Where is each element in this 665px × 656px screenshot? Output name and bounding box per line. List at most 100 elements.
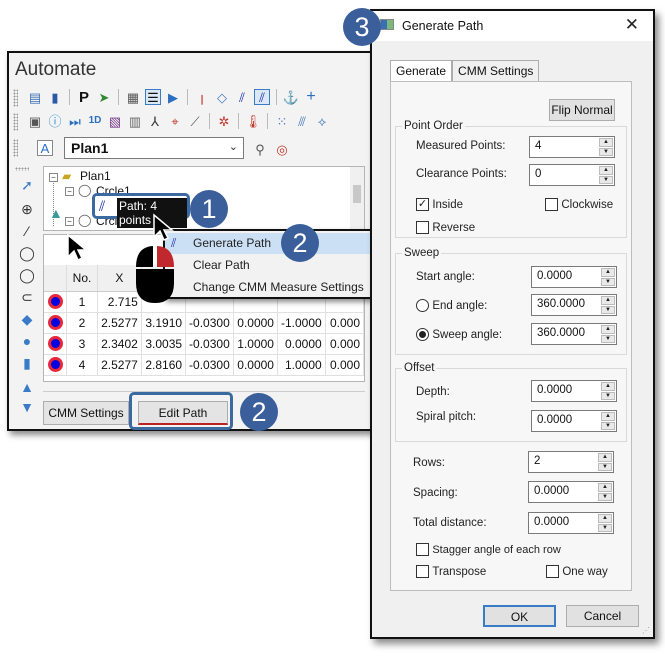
sweep-angle-input[interactable]: 360.0000 ▲ ▼ [531, 323, 617, 345]
spin-up-icon[interactable]: ▲ [599, 166, 613, 175]
slot-tool-icon[interactable]: ⊂ [18, 289, 36, 306]
one-way-checkbox[interactable]: One way [546, 564, 608, 579]
circle-tool-icon[interactable]: ◯ [18, 245, 36, 262]
cluster-icon[interactable]: ✲ [216, 113, 232, 129]
spin-down-icon[interactable]: ▼ [601, 334, 615, 343]
spin-down-icon[interactable]: ▼ [601, 277, 615, 286]
spin-down-icon[interactable]: ▼ [598, 492, 612, 501]
spin-up-icon[interactable]: ▲ [601, 296, 615, 305]
axis-alt-icon[interactable]: ⌖ [167, 113, 183, 129]
column-header[interactable]: No. [66, 265, 98, 292]
table-row[interactable]: 3 2.3402 3.0035 -0.0300 1.0000 0.0000 0.… [44, 333, 364, 355]
branch-icon[interactable]: ⟡ [314, 113, 330, 129]
toolbar-grip[interactable] [13, 113, 18, 131]
resize-grip-icon[interactable]: ⋰ [642, 626, 650, 635]
spin-down-icon[interactable]: ▼ [599, 147, 613, 156]
1d-icon[interactable]: 1D [87, 113, 103, 129]
transpose-checkbox[interactable]: Transpose [416, 564, 486, 579]
find-feature-icon[interactable]: ◎ [274, 141, 290, 157]
plan-select[interactable]: Plan1 ⌄ [64, 137, 244, 159]
end-angle-radio[interactable]: End angle: [416, 298, 487, 313]
info-icon[interactable]: ⓘ [47, 113, 63, 129]
thermometer-icon[interactable]: 🌡 [245, 113, 262, 129]
spin-up-icon[interactable]: ▲ [598, 514, 612, 523]
add-plan-icon[interactable]: A [37, 140, 53, 156]
sweep-angle-radio[interactable]: Sweep angle: [416, 327, 502, 342]
spin-down-icon[interactable]: ▼ [598, 523, 612, 532]
point-tool-icon[interactable]: ➚ [18, 177, 36, 194]
toolbar-grip[interactable] [13, 89, 18, 107]
flip-normal-button[interactable]: Flip Normal [549, 99, 615, 121]
ellipse-tool-icon[interactable]: ◯ [18, 267, 36, 284]
spin-down-icon[interactable]: ▼ [601, 391, 615, 400]
stagger-angle-checkbox[interactable]: Stagger angle of each row [416, 542, 561, 557]
menu-item-change-cmm-settings[interactable]: Change CMM Measure Settings [165, 277, 393, 298]
rows-input[interactable]: 2 ▲ ▼ [528, 451, 614, 473]
robot-icon[interactable]: ꞁ [194, 89, 210, 105]
spin-up-icon[interactable]: ▲ [601, 412, 615, 421]
cone-tool-icon[interactable]: ▲ [18, 379, 36, 395]
spin-down-icon[interactable]: ▼ [598, 462, 612, 471]
cylinder-tool-icon[interactable]: ▮ [18, 355, 36, 372]
p-icon[interactable]: P [76, 89, 92, 105]
camera-icon[interactable]: ▣ [27, 113, 43, 129]
cmm-settings-tab[interactable]: CMM Settings [43, 401, 129, 425]
edit-icon[interactable]: ▤ [27, 89, 43, 105]
spin-up-icon[interactable]: ▲ [601, 325, 615, 334]
report-icon[interactable]: ▦ [125, 89, 141, 105]
clockwise-checkbox[interactable]: Clockwise [545, 197, 613, 212]
close-icon[interactable]: ✕ [625, 15, 639, 35]
ok-button[interactable]: OK [483, 605, 556, 627]
end-angle-input[interactable]: 360.0000 ▲ ▼ [531, 294, 617, 316]
anchor-icon[interactable]: ⚓ [283, 89, 299, 105]
grid-icon[interactable]: ▥ [127, 113, 143, 129]
probe-icon[interactable]: ➤ [96, 89, 112, 105]
scatter-icon[interactable]: ⟋ [187, 113, 203, 129]
spiral-pitch-input[interactable]: 0.0000 ▲ ▼ [531, 410, 617, 432]
search-icon[interactable]: ⚲ [252, 141, 268, 157]
plane-tool-icon[interactable]: ◆ [18, 311, 36, 328]
dots-icon[interactable]: ⁙ [274, 113, 290, 129]
spin-up-icon[interactable]: ▲ [601, 382, 615, 391]
cancel-button[interactable]: Cancel [566, 605, 639, 627]
image-icon[interactable]: ▧ [107, 113, 123, 129]
path-icon[interactable]: ⫽ [234, 89, 250, 105]
measured-points-input[interactable]: 4 ▲ ▼ [529, 136, 615, 158]
step-forward-icon[interactable]: ⏭ [67, 113, 83, 129]
toolbar-grip[interactable] [13, 139, 18, 157]
spin-down-icon[interactable]: ▼ [599, 175, 613, 184]
table-row[interactable]: 2 2.5277 3.1910 -0.0300 0.0000 -1.0000 0… [44, 312, 364, 334]
toolbar-grip[interactable] [15, 167, 29, 171]
depth-input[interactable]: 0.0000 ▲ ▼ [531, 380, 617, 402]
book-icon[interactable]: ▮ [47, 89, 63, 105]
tree-item-plan[interactable]: Plan1 [80, 169, 111, 183]
tree-scrollbar[interactable] [350, 167, 364, 230]
spin-up-icon[interactable]: ▲ [598, 453, 612, 462]
path-selected-icon[interactable]: ⫽ [254, 89, 270, 105]
play-icon[interactable]: ▶ [165, 89, 181, 105]
line-tool-icon[interactable]: ∕ [18, 223, 36, 239]
tag-icon[interactable]: ◇ [214, 89, 230, 105]
splitter-up-icon[interactable]: ▲ [49, 205, 63, 221]
tab-generate[interactable]: Generate [390, 60, 453, 82]
collapse-icon[interactable]: − [65, 187, 74, 196]
menu-item-clear-path[interactable]: Clear Path [165, 255, 393, 276]
inside-checkbox[interactable]: ✓ Inside [416, 197, 463, 212]
total-distance-input[interactable]: 0.0000 ▲ ▼ [528, 512, 614, 534]
tab-cmm-settings[interactable]: CMM Settings [452, 60, 540, 82]
plus-icon[interactable]: + [303, 89, 319, 105]
sphere-tool-icon[interactable]: ● [18, 333, 36, 349]
spin-down-icon[interactable]: ▼ [601, 421, 615, 430]
crosshair-tool-icon[interactable]: ⊕ [18, 201, 36, 218]
torus-tool-icon[interactable]: ▼ [18, 399, 36, 415]
spin-up-icon[interactable]: ▲ [599, 138, 613, 147]
spin-up-icon[interactable]: ▲ [598, 483, 612, 492]
menu-item-generate-path[interactable]: ⫽ Generate Path [165, 233, 393, 254]
table-row[interactable]: 4 2.5277 2.8160 -0.0300 0.0000 1.0000 0.… [44, 354, 364, 376]
reverse-checkbox[interactable]: Reverse [416, 220, 475, 235]
list-icon[interactable]: ☰ [145, 89, 161, 105]
spacing-input[interactable]: 0.0000 ▲ ▼ [528, 481, 614, 503]
lines-icon[interactable]: ⫻ [294, 113, 310, 129]
start-angle-input[interactable]: 0.0000 ▲ ▼ [531, 266, 617, 288]
spin-up-icon[interactable]: ▲ [601, 268, 615, 277]
